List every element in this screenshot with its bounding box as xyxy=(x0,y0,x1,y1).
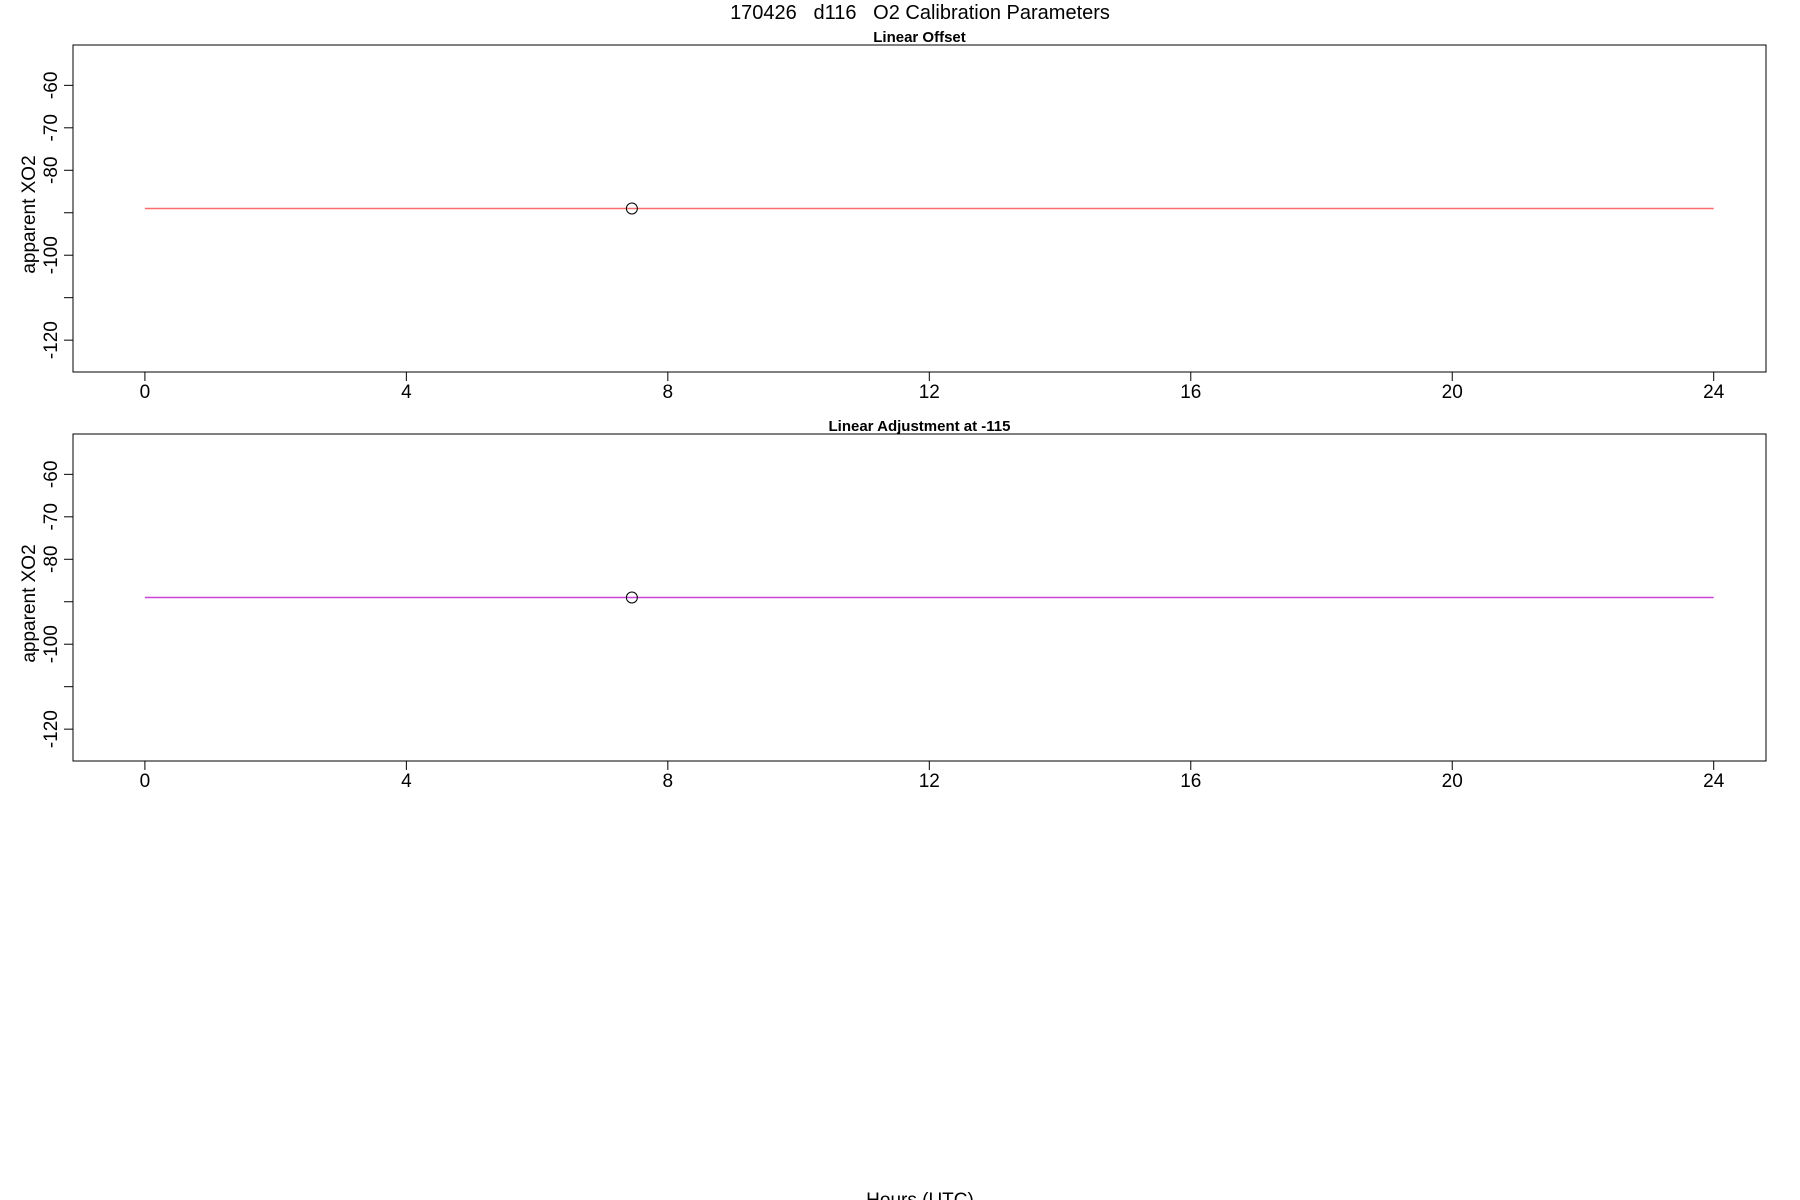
x-tick-label: 16 xyxy=(1180,382,1201,403)
y-tick-label: -80 xyxy=(41,157,62,184)
y-tick-label: -120 xyxy=(41,710,62,748)
x-tick-label: 24 xyxy=(1703,771,1725,792)
figure: 170426 d116 O2 Calibration Parameters Li… xyxy=(19,2,1767,1200)
y-tick-label: -100 xyxy=(41,236,62,274)
x-tick-label: 24 xyxy=(1703,382,1725,403)
x-tick-label: 4 xyxy=(401,771,412,792)
x-axis-label: Hours (UTC) xyxy=(866,1190,974,1200)
main-title: 170426 d116 O2 Calibration Parameters xyxy=(730,2,1110,24)
x-tick-label: 8 xyxy=(663,382,674,403)
y-tick-label: -100 xyxy=(41,625,62,663)
x-tick-label: 0 xyxy=(140,771,151,792)
y-tick-label: -120 xyxy=(41,321,62,359)
x-tick-label: 0 xyxy=(140,382,151,403)
panel-title: Linear Offset xyxy=(873,29,966,46)
y-tick-label: -60 xyxy=(41,72,62,99)
x-tick-label: 20 xyxy=(1442,771,1463,792)
x-tick-label: 8 xyxy=(663,771,674,792)
x-tick-label: 12 xyxy=(919,382,940,403)
x-tick-label: 16 xyxy=(1180,771,1201,792)
y-tick-label: -70 xyxy=(41,503,62,530)
x-tick-label: 20 xyxy=(1442,382,1463,403)
y-axis-label: apparent XO2 xyxy=(19,544,40,662)
panel-linear-offset: Linear Offset 0 4 8 12 16 20 24 -120 -100 -80 -70 -6… xyxy=(19,29,1767,403)
panel-linear-adjustment: Linear Adjustment at -115 0 4 8 12 16 20 24 -120… xyxy=(19,418,1767,792)
y-axis-label: apparent XO2 xyxy=(19,155,40,273)
x-tick-label: 12 xyxy=(919,771,940,792)
y-tick-label: -60 xyxy=(41,461,62,488)
x-tick-label: 4 xyxy=(401,382,412,403)
y-tick-label: -70 xyxy=(41,114,62,141)
panel-title: Linear Adjustment at -115 xyxy=(829,418,1011,435)
y-tick-label: -80 xyxy=(41,546,62,573)
